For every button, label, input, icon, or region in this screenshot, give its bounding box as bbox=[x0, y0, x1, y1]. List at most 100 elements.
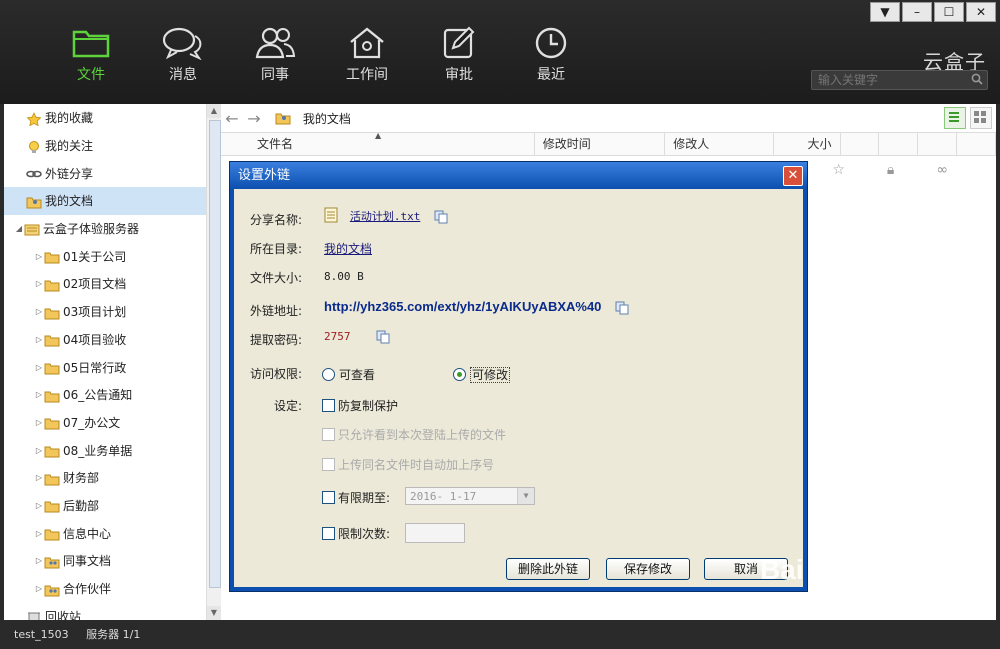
delete-link-button[interactable]: 删除此外链 bbox=[506, 558, 590, 580]
search-box bbox=[811, 70, 988, 90]
folder-icon bbox=[44, 416, 60, 430]
collapse-arrow-icon[interactable]: ▷ bbox=[34, 390, 44, 399]
chevron-down-icon[interactable]: ▼ bbox=[517, 488, 534, 504]
limit-count-input[interactable] bbox=[405, 523, 465, 543]
link-icon[interactable]: ∞ bbox=[936, 162, 948, 178]
dir-label: 所在目录: bbox=[250, 242, 303, 256]
url-value[interactable]: http://yhz365.com/ext/yhz/1yAIKUyABXA%40 bbox=[324, 299, 601, 314]
sidebar-item[interactable]: ▷ 04项目验收 bbox=[4, 326, 206, 354]
access-edit-radio[interactable]: 可修改 bbox=[453, 366, 511, 383]
collapse-arrow-icon[interactable]: ▷ bbox=[34, 529, 44, 538]
sidebar-item[interactable]: ◢ 云盒子体验服务器 bbox=[4, 215, 206, 243]
nav-colleagues[interactable]: 同事 bbox=[229, 26, 321, 84]
nav-messages[interactable]: 消息 bbox=[137, 26, 229, 84]
expand-arrow-icon[interactable]: ◢ bbox=[14, 224, 24, 233]
collapse-arrow-icon[interactable]: ▷ bbox=[34, 556, 44, 565]
nav-approval[interactable]: 审批 bbox=[413, 26, 505, 84]
collapse-arrow-icon[interactable]: ▷ bbox=[34, 584, 44, 593]
lock-icon[interactable]: 🔒︎ bbox=[887, 162, 894, 178]
sidebar-item-label: 06_公告通知 bbox=[63, 388, 133, 403]
collapse-arrow-icon[interactable]: ▷ bbox=[34, 473, 44, 482]
clock-icon bbox=[535, 27, 567, 59]
opt-auto-seq-label: 上传同名文件时自动加上序号 bbox=[338, 458, 495, 472]
col-modifier[interactable]: 修改人 bbox=[665, 133, 774, 155]
collapse-arrow-icon[interactable]: ▷ bbox=[34, 279, 44, 288]
search-icon[interactable] bbox=[971, 73, 983, 88]
folder-icon bbox=[44, 472, 60, 486]
code-value: 2757 bbox=[324, 330, 351, 343]
opt-only-uploaded[interactable]: 只允许看到本次登陆上传的文件 bbox=[322, 426, 506, 443]
opt-copy-protect[interactable]: 防复制保护 bbox=[322, 397, 398, 414]
sidebar-tree: 我的收藏 我的关注 外链分享 我的文档 ◢ 云盒子体验服务器 ▷ 01关于公司 ▷ 02项目… bbox=[4, 104, 206, 620]
sidebar-item-label: 03项目计划 bbox=[63, 305, 127, 320]
sidebar-item[interactable]: 我的文档 bbox=[4, 187, 206, 215]
expire-date-select[interactable]: 2016- 1-17 ▼ bbox=[405, 487, 535, 505]
minimize-button[interactable]: – bbox=[902, 2, 932, 22]
collapse-arrow-icon[interactable]: ▷ bbox=[34, 501, 44, 510]
opt-expire[interactable]: 有限期至: bbox=[322, 489, 390, 506]
close-button[interactable]: ✕ bbox=[966, 2, 996, 22]
sidebar-item[interactable]: ▷ 合作伙伴 bbox=[4, 575, 206, 603]
opt-auto-seq[interactable]: 上传同名文件时自动加上序号 bbox=[322, 456, 494, 473]
copy-icon[interactable] bbox=[615, 301, 629, 315]
nav-workspace[interactable]: 工作间 bbox=[321, 26, 413, 84]
copy-icon[interactable] bbox=[434, 210, 448, 224]
sidebar-scrollbar[interactable]: ▲ ▼ bbox=[206, 104, 221, 620]
sidebar-item[interactable]: ▷ 03项目计划 bbox=[4, 298, 206, 326]
checkbox-only-uploaded[interactable] bbox=[322, 428, 335, 441]
people-icon bbox=[255, 27, 296, 59]
nav-file[interactable]: 文件 bbox=[45, 26, 137, 84]
sidebar-item[interactable]: ▷ 后勤部 bbox=[4, 492, 206, 520]
radio-view[interactable] bbox=[322, 368, 335, 381]
col-modified-time[interactable]: 修改时间 bbox=[535, 133, 666, 155]
radio-edit[interactable] bbox=[453, 368, 466, 381]
sidebar-item[interactable]: 我的收藏 bbox=[4, 104, 206, 132]
nav-recent[interactable]: 最近 bbox=[505, 26, 597, 84]
sidebar-item[interactable]: ▷ 财务部 bbox=[4, 464, 206, 492]
list-view-icon[interactable] bbox=[944, 107, 966, 129]
access-view-radio[interactable]: 可查看 bbox=[322, 366, 375, 383]
checkbox-expire[interactable] bbox=[322, 491, 335, 504]
sidebar-item[interactable]: ▷ 信息中心 bbox=[4, 519, 206, 547]
sidebar-item[interactable]: ▷ 02项目文档 bbox=[4, 270, 206, 298]
sidebar-item[interactable]: ▷ 08_业务单据 bbox=[4, 436, 206, 464]
sidebar-item[interactable]: ▷ 07_办公文 bbox=[4, 409, 206, 437]
dialog-close-button[interactable]: ✕ bbox=[783, 166, 803, 186]
menu-button[interactable]: ▼ bbox=[870, 2, 900, 22]
sidebar-item[interactable]: 回收站 bbox=[4, 602, 206, 620]
maximize-button[interactable]: ☐ bbox=[934, 2, 964, 22]
forward-arrow-icon[interactable]: → bbox=[243, 109, 265, 128]
collapse-arrow-icon[interactable]: ▷ bbox=[34, 307, 44, 316]
sidebar-item[interactable]: 我的关注 bbox=[4, 132, 206, 160]
grid-view-icon[interactable] bbox=[970, 107, 992, 129]
checkbox-limit-count[interactable] bbox=[322, 527, 335, 540]
dir-value[interactable]: 我的文档 bbox=[324, 240, 372, 257]
search-input[interactable] bbox=[812, 71, 974, 89]
col-size[interactable]: 大小 bbox=[774, 133, 841, 155]
copy-icon[interactable] bbox=[376, 330, 390, 344]
sidebar-item[interactable]: ▷ 05日常行政 bbox=[4, 353, 206, 381]
save-button[interactable]: 保存修改 bbox=[606, 558, 690, 580]
sidebar-item[interactable]: ▷ 同事文档 bbox=[4, 547, 206, 575]
status-bar: test_1503 服务器 1/1 bbox=[0, 620, 1000, 649]
expire-date-value: 2016- 1-17 bbox=[410, 490, 477, 503]
scroll-up-arrow[interactable]: ▲ bbox=[207, 104, 221, 118]
collapse-arrow-icon[interactable]: ▷ bbox=[34, 418, 44, 427]
collapse-arrow-icon[interactable]: ▷ bbox=[34, 363, 44, 372]
collapse-arrow-icon[interactable]: ▷ bbox=[34, 252, 44, 261]
sidebar-item[interactable]: ▷ 06_公告通知 bbox=[4, 381, 206, 409]
star-icon[interactable]: ☆ bbox=[832, 162, 845, 178]
checkbox-auto-seq[interactable] bbox=[322, 458, 335, 471]
opt-limit-count[interactable]: 限制次数: bbox=[322, 525, 390, 542]
window-controls: ▼ – ☐ ✕ bbox=[870, 2, 996, 22]
sidebar-item[interactable]: 外链分享 bbox=[4, 159, 206, 187]
collapse-arrow-icon[interactable]: ▷ bbox=[34, 446, 44, 455]
scroll-thumb[interactable] bbox=[209, 120, 221, 588]
back-arrow-icon[interactable]: ← bbox=[221, 109, 243, 128]
checkbox-copy-protect[interactable] bbox=[322, 399, 335, 412]
collapse-arrow-icon[interactable]: ▷ bbox=[34, 335, 44, 344]
scroll-down-arrow[interactable]: ▼ bbox=[207, 606, 221, 620]
access-edit-label: 可修改 bbox=[470, 367, 511, 383]
sidebar-item[interactable]: ▷ 01关于公司 bbox=[4, 242, 206, 270]
share-name-value[interactable]: 活动计划.txt bbox=[350, 210, 421, 223]
